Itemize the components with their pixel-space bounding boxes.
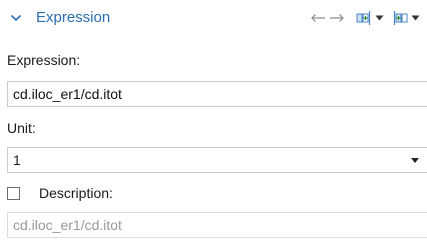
arrow-left-icon[interactable] <box>310 11 326 25</box>
insert-column-icon <box>393 11 408 25</box>
insert-before-button[interactable] <box>356 10 384 26</box>
expression-field[interactable]: cd.iloc_er1/cd.itot <box>7 81 427 107</box>
arrow-right-icon[interactable] <box>329 11 345 25</box>
description-field: cd.iloc_er1/cd.itot <box>7 212 427 238</box>
description-checkbox-row[interactable]: Description: <box>7 183 113 203</box>
insert-column-icon <box>356 11 371 25</box>
insert-after-button[interactable] <box>392 10 420 26</box>
unit-label: Unit: <box>7 120 36 136</box>
section-header[interactable]: Expression <box>0 0 427 36</box>
description-label: Description: <box>39 185 113 201</box>
unit-select[interactable]: 1 <box>7 147 427 173</box>
dropdown-icon[interactable] <box>375 15 384 21</box>
expression-label: Expression: <box>7 52 81 68</box>
unit-select-value: 1 <box>13 152 21 168</box>
description-checkbox[interactable] <box>7 186 20 200</box>
chevron-down-icon <box>411 158 419 163</box>
section-toolbar <box>310 9 420 27</box>
chevron-down-icon[interactable] <box>10 13 22 23</box>
dropdown-icon[interactable] <box>411 15 420 21</box>
expression-panel: Expression Expression: cd.iloc_er1/cd.it… <box>0 0 427 240</box>
section-title: Expression <box>36 9 111 26</box>
